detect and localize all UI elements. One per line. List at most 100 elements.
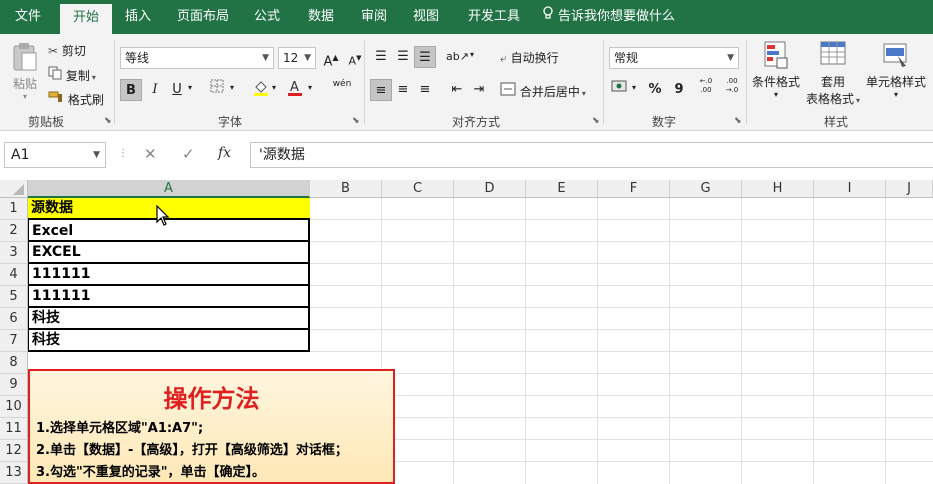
column-header[interactable]: H xyxy=(742,180,814,198)
conditional-format-icon xyxy=(763,41,789,73)
merge-center-button[interactable]: 合并后居中 ▾ xyxy=(500,82,586,100)
cell-a6[interactable]: 科技 xyxy=(28,308,310,330)
align-left-icon: ≡ xyxy=(375,83,387,98)
fill-color-button[interactable] xyxy=(250,79,272,101)
font-color-button[interactable]: A xyxy=(284,79,306,101)
decrease-decimal-button[interactable]: .00 →.0 xyxy=(720,77,744,99)
row-header[interactable]: 1 xyxy=(0,198,28,220)
format-painter-button[interactable]: 格式刷 xyxy=(48,90,104,108)
align-top-button[interactable]: ☰ xyxy=(370,46,392,68)
column-header[interactable]: J xyxy=(886,180,933,198)
tab-formulas[interactable]: 公式 xyxy=(246,0,288,34)
phonetic-icon: wén xyxy=(332,79,352,89)
align-middle-button[interactable]: ☰ xyxy=(392,46,414,68)
chevron-down-icon: ▼ xyxy=(727,53,734,63)
column-header[interactable]: C xyxy=(382,180,454,198)
mouse-pointer-icon xyxy=(156,204,170,230)
row-header[interactable]: 2 xyxy=(0,220,28,242)
number-launcher-icon[interactable]: ⬊ xyxy=(734,116,742,126)
row-header[interactable]: 8 xyxy=(0,352,28,374)
row-header[interactable]: 12 xyxy=(0,440,28,462)
grow-font-button[interactable]: A▲ xyxy=(320,47,342,69)
borders-dropdown-icon[interactable]: ▾ xyxy=(230,83,234,92)
row-header[interactable]: 11 xyxy=(0,418,28,440)
group-divider xyxy=(746,40,747,124)
shrink-font-button[interactable]: A▼ xyxy=(344,47,366,69)
cut-button[interactable]: ✂ 剪切 xyxy=(48,42,86,59)
row-header[interactable]: 9 xyxy=(0,374,28,396)
italic-button[interactable]: I xyxy=(144,79,166,101)
chevron-down-icon: ▾ xyxy=(893,90,898,99)
column-header[interactable]: A xyxy=(28,180,310,198)
column-header[interactable]: E xyxy=(526,180,598,198)
tab-insert[interactable]: 插入 xyxy=(114,0,162,34)
increase-decimal-button[interactable]: ←.0 .00 xyxy=(694,77,718,99)
fill-dropdown-icon[interactable]: ▾ xyxy=(272,83,276,92)
instruction-step-1: 1.选择单元格区域"A1:A7"; xyxy=(36,421,204,436)
row-header[interactable]: 10 xyxy=(0,396,28,418)
increase-indent-button[interactable]: ⇥ xyxy=(468,79,490,101)
number-group-label: 数字 xyxy=(652,115,677,129)
tab-developer[interactable]: 开发工具 xyxy=(458,0,530,34)
column-header[interactable]: D xyxy=(454,180,526,198)
comma-style-button[interactable]: 9 xyxy=(668,79,690,101)
underline-dropdown-icon[interactable]: ▾ xyxy=(188,83,192,92)
tab-review[interactable]: 审阅 xyxy=(352,0,396,34)
tab-file[interactable]: 文件 xyxy=(0,0,56,34)
font-name-select[interactable]: 等线 ▼ xyxy=(120,47,274,69)
align-right-button[interactable]: ≡ xyxy=(414,79,436,101)
select-all-corner[interactable] xyxy=(0,180,28,198)
decrease-indent-button[interactable]: ⇤ xyxy=(446,79,468,101)
underline-button[interactable]: U xyxy=(166,79,188,101)
bold-button[interactable]: B xyxy=(120,79,142,101)
cell-a3[interactable]: EXCEL xyxy=(28,242,310,264)
column-header[interactable]: F xyxy=(598,180,670,198)
cell-styles-button[interactable]: 单元格样式 ▾ xyxy=(864,40,928,99)
name-box[interactable]: A1 ▼ xyxy=(4,142,106,168)
row-header[interactable]: 6 xyxy=(0,308,28,330)
orientation-button[interactable]: ab↗ xyxy=(446,46,469,68)
clipboard-launcher-icon[interactable]: ⬊ xyxy=(104,116,112,126)
number-format-select[interactable]: 常规 ▼ xyxy=(609,47,739,69)
percent-button[interactable]: % xyxy=(644,79,666,101)
enter-check-icon[interactable]: ✓ xyxy=(182,145,195,163)
tell-me-box[interactable]: 告诉我你想要做什么 xyxy=(542,0,675,34)
copy-button[interactable]: 复制 ▾ xyxy=(48,66,96,84)
font-size-select[interactable]: 12 ▼ xyxy=(278,47,316,69)
row-header[interactable]: 7 xyxy=(0,330,28,352)
phonetic-button[interactable]: wén xyxy=(328,78,356,100)
column-header[interactable]: G xyxy=(670,180,742,198)
column-header[interactable]: B xyxy=(310,180,382,198)
cell-a7[interactable]: 科技 xyxy=(28,330,310,352)
row-header[interactable]: 3 xyxy=(0,242,28,264)
tab-view[interactable]: 视图 xyxy=(404,0,448,34)
align-center-button[interactable]: ≡ xyxy=(392,79,414,101)
conditional-formatting-button[interactable]: 条件格式 ▾ xyxy=(750,40,802,99)
insert-function-button[interactable]: fx xyxy=(218,145,231,161)
column-header[interactable]: I xyxy=(814,180,886,198)
tab-data[interactable]: 数据 xyxy=(298,0,344,34)
paste-button[interactable]: 粘贴 ▾ xyxy=(8,42,42,101)
accounting-dropdown-icon[interactable]: ▾ xyxy=(632,83,636,92)
accounting-format-button[interactable] xyxy=(609,79,631,101)
align-left-button[interactable]: ≡ xyxy=(370,79,392,101)
wrap-text-button[interactable]: ⤶ 自动换行 xyxy=(500,49,559,66)
orientation-dropdown-icon[interactable]: ▾ xyxy=(470,50,474,59)
row-header[interactable]: 4 xyxy=(0,264,28,286)
row-header[interactable]: 5 xyxy=(0,286,28,308)
format-as-table-button[interactable]: 套用 表格格式 ▾ xyxy=(804,40,862,107)
cell-a5[interactable]: 111111 xyxy=(28,286,310,308)
tab-page-layout[interactable]: 页面布局 xyxy=(168,0,238,34)
borders-button[interactable] xyxy=(206,79,228,101)
row-header[interactable]: 13 xyxy=(0,462,28,484)
cancel-icon[interactable]: ✕ xyxy=(144,145,157,163)
tab-home[interactable]: 开始 xyxy=(60,4,112,34)
font-launcher-icon[interactable]: ⬊ xyxy=(352,116,360,126)
font-color-dropdown-icon[interactable]: ▾ xyxy=(308,83,312,92)
cell-a4[interactable]: 111111 xyxy=(28,264,310,286)
chevron-down-icon: ▾ xyxy=(773,90,778,99)
formula-input[interactable]: '源数据 xyxy=(250,142,933,168)
alignment-launcher-icon[interactable]: ⬊ xyxy=(592,116,600,126)
instruction-title: 操作方法 xyxy=(163,385,260,413)
align-bottom-button[interactable]: ☰ xyxy=(414,46,436,68)
